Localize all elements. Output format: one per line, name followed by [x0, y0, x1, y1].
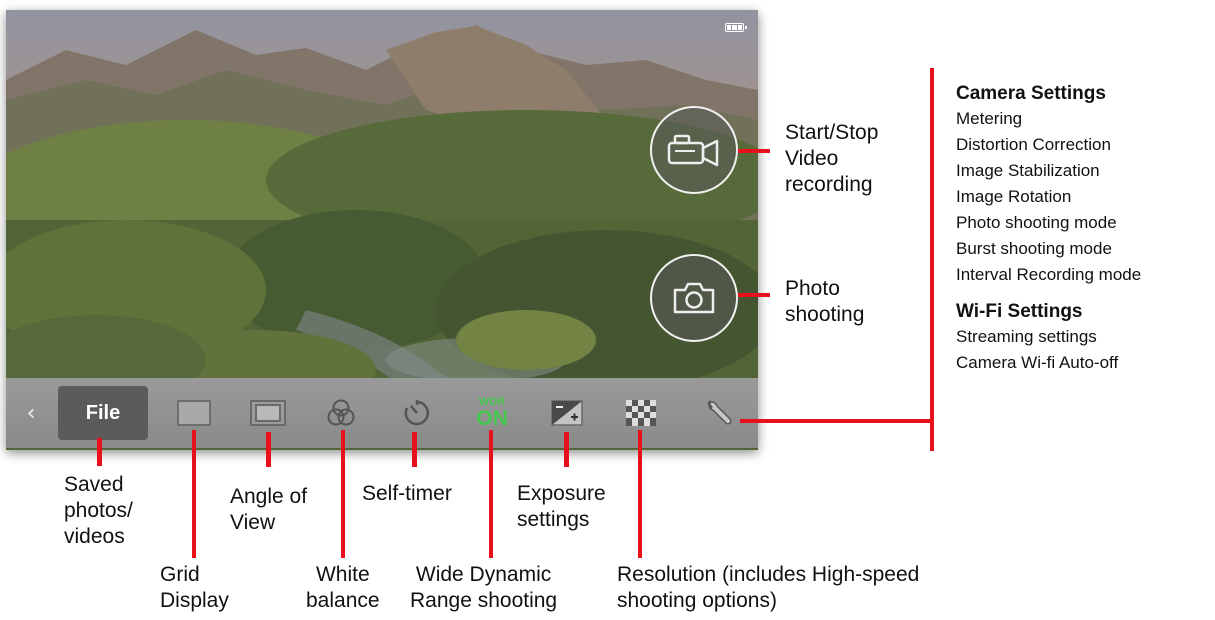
camera-setting-item: Image Stabilization — [956, 161, 1100, 180]
label-line: balance — [306, 589, 380, 612]
label-exposure: Exposure settings — [517, 481, 606, 533]
callout-line-video — [738, 149, 770, 153]
camera-icon — [673, 282, 715, 314]
camera-setting-item: Burst shooting mode — [956, 239, 1112, 258]
callout-line-wdr — [489, 430, 493, 558]
label-line: shooting options) — [617, 589, 777, 612]
label-angle-of-view: Angle of View — [230, 484, 307, 536]
camera-setting-item: Interval Recording mode — [956, 265, 1142, 284]
video-camera-icon — [667, 134, 719, 167]
callout-line-photo — [738, 293, 770, 297]
label-line: Exposure — [517, 482, 606, 505]
label-line: Self-timer — [362, 482, 452, 505]
camera-setting-item: Photo shooting mode — [956, 213, 1117, 232]
video-record-button[interactable] — [650, 106, 738, 194]
label-line: videos — [64, 525, 125, 548]
exposure-icon — [551, 400, 583, 426]
camera-setting-item: Distortion Correction — [956, 135, 1111, 154]
white-balance-icon — [327, 399, 355, 426]
label-line: Start/Stop — [785, 121, 879, 144]
wifi-settings-heading: Wi-Fi Settings — [956, 301, 1083, 322]
label-line: White — [315, 563, 370, 586]
label-line: Resolution (includes High-speed — [617, 563, 920, 586]
label-line: Grid — [160, 563, 200, 586]
bottom-toolbar: ‹ File WDR ON — [6, 378, 758, 448]
label-grid-display: Grid Display — [160, 562, 229, 614]
battery-icon — [725, 23, 747, 32]
self-timer-icon — [404, 400, 430, 426]
label-line: Wide Dynamic — [415, 563, 552, 586]
label-line: Display — [160, 589, 229, 612]
callout-line-settings — [740, 419, 934, 423]
callout-line-self-timer — [412, 432, 417, 467]
photo-shutter-button[interactable] — [650, 254, 738, 342]
callout-line-resolution — [638, 430, 642, 558]
callout-line-exposure — [564, 432, 569, 467]
label-self-timer: Self-timer — [362, 481, 452, 507]
label-line: View — [230, 511, 276, 534]
camera-setting-item: Image Rotation — [956, 187, 1072, 206]
label-saved-photos: Saved photos/ videos — [64, 472, 133, 550]
wdr-on-text: ON — [476, 407, 508, 430]
self-timer-button[interactable] — [400, 378, 434, 448]
label-line: photos/ — [64, 499, 133, 522]
camera-viewfinder: ‹ File WDR ON — [6, 10, 758, 450]
callout-line-file — [97, 438, 102, 466]
label-line: Angle of — [230, 485, 308, 508]
resolution-icon — [626, 400, 656, 426]
wifi-setting-item: Streaming settings — [956, 327, 1097, 346]
wrench-icon — [707, 400, 732, 425]
label-photo-shooting: Photo shooting — [785, 276, 864, 328]
label-line: Photo — [785, 277, 840, 300]
camera-settings-heading: Camera Settings — [956, 83, 1106, 104]
settings-list: Camera Settings Metering Distortion Corr… — [956, 82, 1141, 376]
camera-setting-item: Metering — [956, 109, 1023, 128]
callout-line-grid — [192, 430, 196, 558]
label-line: Saved — [64, 473, 124, 496]
label-white-balance: White balance — [306, 562, 380, 614]
label-line: Range shooting — [410, 589, 558, 612]
label-video-recording: Start/Stop Video recording — [785, 120, 878, 198]
settings-bracket — [930, 68, 934, 451]
wdr-icon: WDR ON — [476, 397, 508, 430]
chevron-left-icon[interactable]: ‹ — [20, 378, 42, 448]
label-wdr: Wide Dynamic Range shooting — [410, 562, 557, 614]
grid-display-icon — [177, 400, 211, 426]
label-line: recording — [785, 173, 873, 196]
settings-button[interactable] — [702, 378, 736, 448]
label-resolution: Resolution (includes High-speed shooting… — [617, 562, 919, 614]
wifi-setting-item: Camera Wi-fi Auto-off — [956, 353, 1119, 372]
label-line: settings — [517, 508, 590, 531]
angle-of-view-icon — [250, 400, 286, 426]
file-button[interactable]: File — [58, 386, 148, 440]
callout-line-white-balance — [341, 430, 345, 558]
label-line: Video — [785, 147, 839, 170]
label-line: shooting — [785, 303, 865, 326]
callout-line-angle — [266, 432, 271, 467]
